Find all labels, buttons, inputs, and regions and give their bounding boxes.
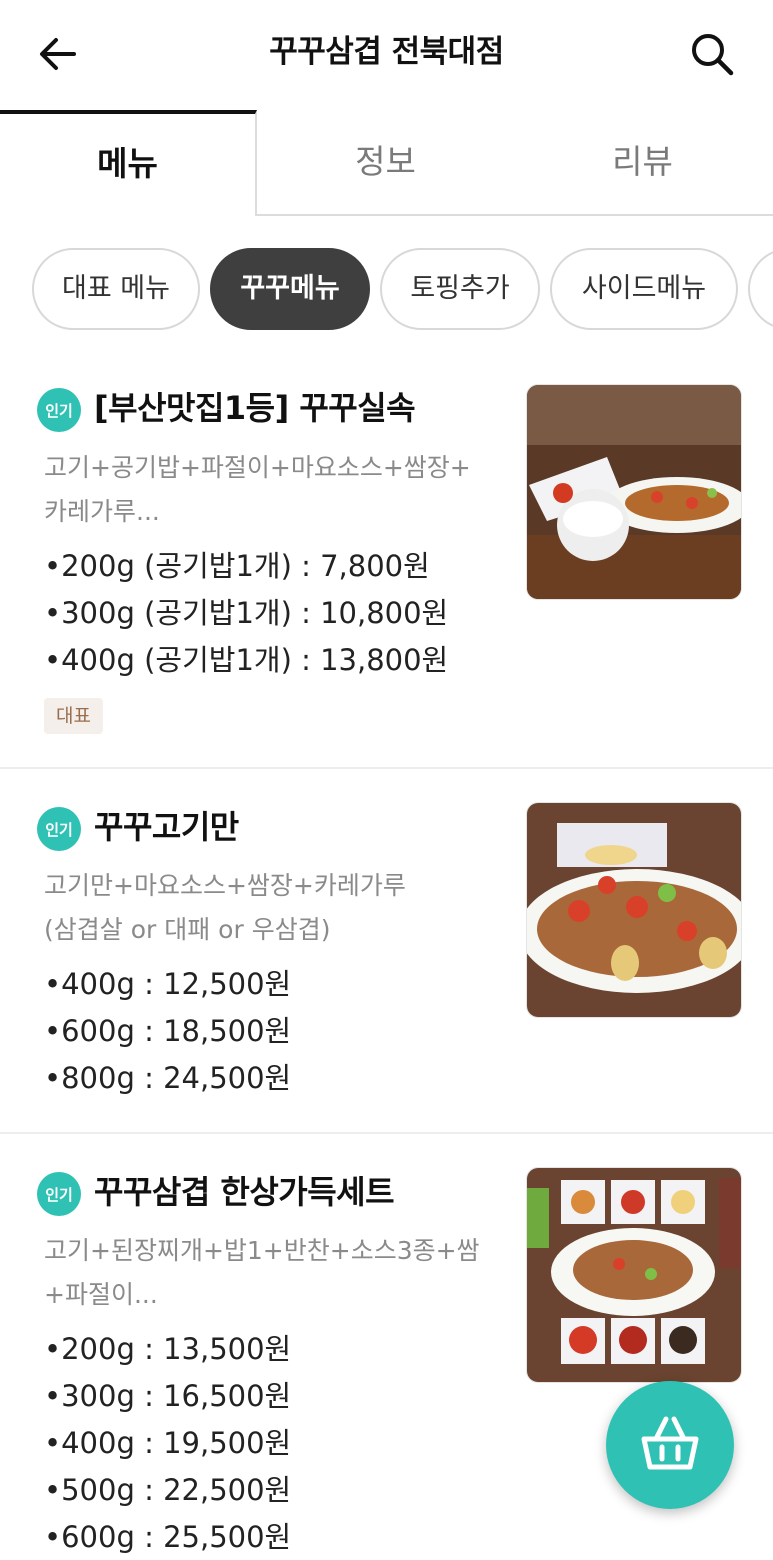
chip-signature-menu[interactable]: 대표 메뉴 — [32, 248, 200, 330]
price-line: •300g : 16,500원 — [44, 1379, 292, 1413]
tab-menu[interactable]: 메뉴 — [0, 110, 257, 216]
desc-line: (삼겹살 or 대패 or 우삼겹) — [44, 915, 331, 944]
price-line: •300g (공기밥1개) : 10,800원 — [44, 596, 449, 630]
chip-side-menu[interactable]: 사이드메뉴 — [550, 248, 738, 330]
desc-line: +파절이... — [44, 1280, 158, 1309]
main-tabs: 메뉴 정보 리뷰 — [0, 110, 773, 216]
svg-text:인기: 인기 — [45, 1186, 73, 1204]
search-icon — [692, 34, 734, 76]
page-title: 꾸꾸삼겹 전북대점 — [269, 34, 504, 70]
price-line: •400g : 19,500원 — [44, 1426, 292, 1460]
menu-item-desc: 고기만+마요소스+쌈장+카레가루 (삼겹살 or 대패 or 우삼겹) — [44, 864, 514, 952]
desc-line: 카레가루... — [44, 497, 160, 526]
chip-kkukku-menu[interactable]: 꾸꾸메뉴 — [210, 248, 370, 330]
price-line: •200g : 13,500원 — [44, 1332, 292, 1366]
signature-tag: 대표 — [44, 698, 103, 734]
menu-item-photo — [526, 384, 742, 600]
search-button[interactable] — [686, 28, 738, 80]
desc-line: 고기+공기밥+파절이+마요소스+쌈장+ — [44, 453, 471, 482]
category-chips: 대표 메뉴 꾸꾸메뉴 토핑추가 사이드메뉴 — [0, 246, 773, 336]
menu-item-name: [부산맛집1등] 꾸꾸실속 — [94, 389, 416, 427]
popular-badge-icon: 인기 — [37, 1172, 81, 1216]
chip-more[interactable] — [748, 248, 773, 330]
price-line: •400g : 12,500원 — [44, 967, 292, 1001]
app-header: 꾸꾸삼겹 전북대점 — [0, 0, 773, 110]
desc-line: 고기만+마요소스+쌈장+카레가루 — [44, 871, 406, 900]
basket-icon — [641, 1416, 699, 1470]
menu-item-desc: 고기+공기밥+파절이+마요소스+쌈장+ 카레가루... — [44, 446, 514, 534]
food-photo-3 — [527, 1168, 741, 1382]
cart-button[interactable] — [606, 1381, 734, 1509]
divider — [0, 767, 773, 769]
svg-text:인기: 인기 — [45, 821, 73, 839]
tab-info[interactable]: 정보 — [257, 110, 514, 214]
price-line: •200g (공기밥1개) : 7,800원 — [44, 549, 430, 583]
menu-item-photo — [526, 1167, 742, 1383]
popular-badge-icon: 인기 — [37, 388, 81, 432]
tab-reviews[interactable]: 리뷰 — [514, 110, 771, 214]
price-line: •500g : 22,500원 — [44, 1473, 292, 1507]
price-line: •600g : 18,500원 — [44, 1014, 292, 1048]
popular-badge-icon: 인기 — [37, 807, 81, 851]
svg-text:인기: 인기 — [45, 402, 73, 420]
menu-item-desc: 고기+된장찌개+밥1+반찬+소스3종+쌈 +파절이... — [44, 1229, 514, 1317]
food-photo-2 — [527, 803, 741, 1017]
price-line: •800g : 24,500원 — [44, 1061, 292, 1095]
menu-item-photo — [526, 802, 742, 1018]
desc-line: 고기+된장찌개+밥1+반찬+소스3종+쌈 — [44, 1236, 480, 1265]
menu-item-name: 꾸꾸삼겹 한상가득세트 — [94, 1173, 395, 1211]
menu-item-name: 꾸꾸고기만 — [94, 808, 239, 846]
food-photo-1 — [527, 385, 741, 599]
price-line: •400g (공기밥1개) : 13,800원 — [44, 643, 449, 677]
price-line: •600g : 25,500원 — [44, 1520, 292, 1554]
divider — [0, 1132, 773, 1134]
chip-topping[interactable]: 토핑추가 — [380, 248, 540, 330]
